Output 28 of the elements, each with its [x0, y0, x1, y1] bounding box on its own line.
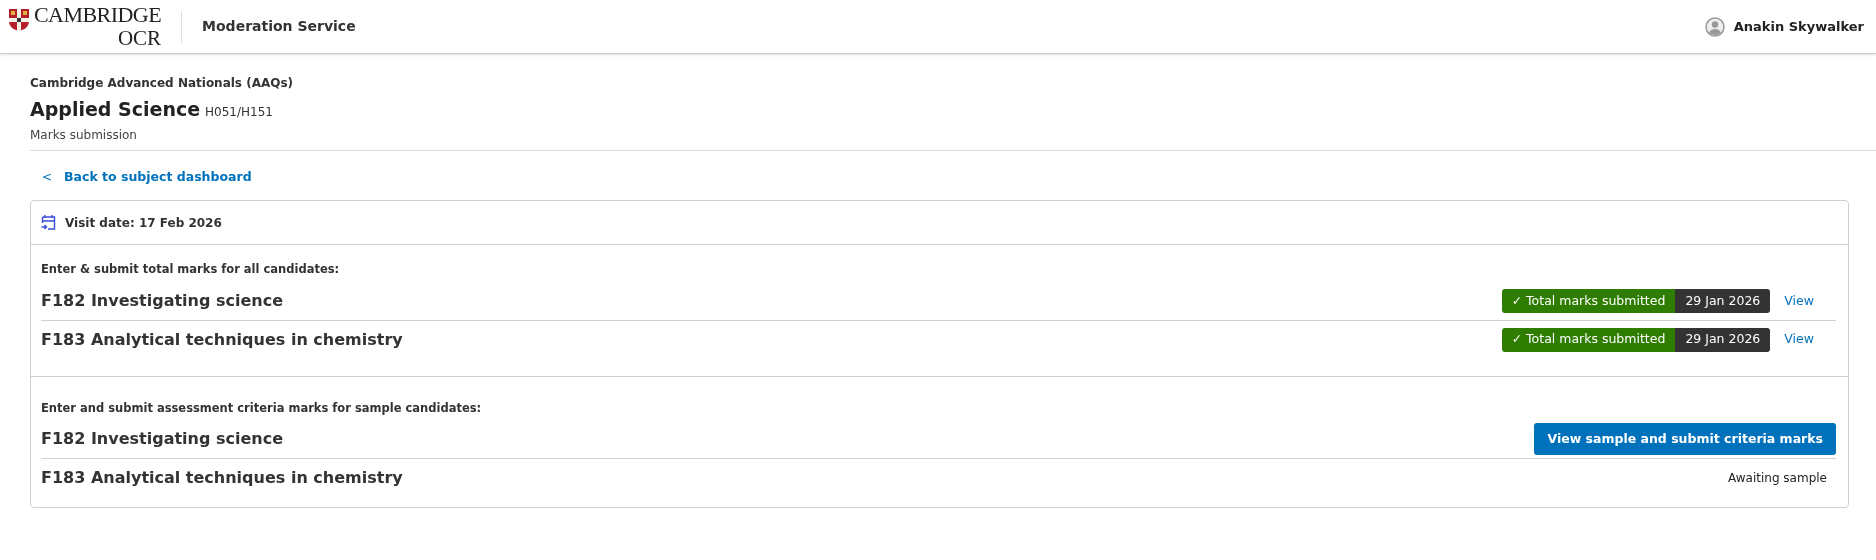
- logo-text: CAMBRIDGE: [34, 4, 162, 26]
- view-link[interactable]: View: [1784, 291, 1814, 311]
- module-title: F182 Investigating science: [41, 290, 284, 312]
- calendar-icon: [41, 214, 56, 232]
- shield-icon: [8, 8, 30, 32]
- status-badge: ✓ Total marks submitted: [1501, 289, 1676, 313]
- date-badge: 29 Jan 2026: [1675, 327, 1771, 352]
- module-title: F183 Analytical techniques in chemistry: [41, 466, 403, 489]
- page-subtitle: Marks submission: [30, 126, 138, 144]
- status-badge: ✓ Total marks submitted: [1501, 327, 1676, 352]
- date-badge: 29 Jan 2026: [1675, 289, 1771, 313]
- module-title: F182 Investigating science: [41, 428, 284, 451]
- qualification-label: Cambridge Advanced Nationals (AAQs): [30, 75, 295, 92]
- logo-text: OCR: [117, 28, 162, 49]
- user-name: Anakin Skywalker: [1733, 17, 1864, 36]
- back-link[interactable]: < Back to subject dashboard: [42, 167, 252, 187]
- subject-title: Applied Science: [30, 97, 201, 122]
- chevron-icon: <: [42, 167, 53, 186]
- section-heading: Enter and submit assessment criteria marks for sample candidates:: [41, 399, 483, 417]
- section-heading: Enter & submit total marks for all candidates:: [41, 261, 341, 279]
- module-title: F183 Analytical techniques in chemistry: [41, 328, 403, 351]
- service-title: Moderation Service: [202, 17, 356, 36]
- status-text: Awaiting sample: [1728, 469, 1827, 487]
- view-link[interactable]: View: [1784, 330, 1814, 349]
- visit-date: Visit date: 17 Feb 2026: [65, 214, 222, 232]
- subject-code: H051/H151: [205, 104, 273, 121]
- submit-button[interactable]: View sample and submit criteria marks: [1534, 423, 1836, 456]
- user-icon: [1704, 16, 1725, 37]
